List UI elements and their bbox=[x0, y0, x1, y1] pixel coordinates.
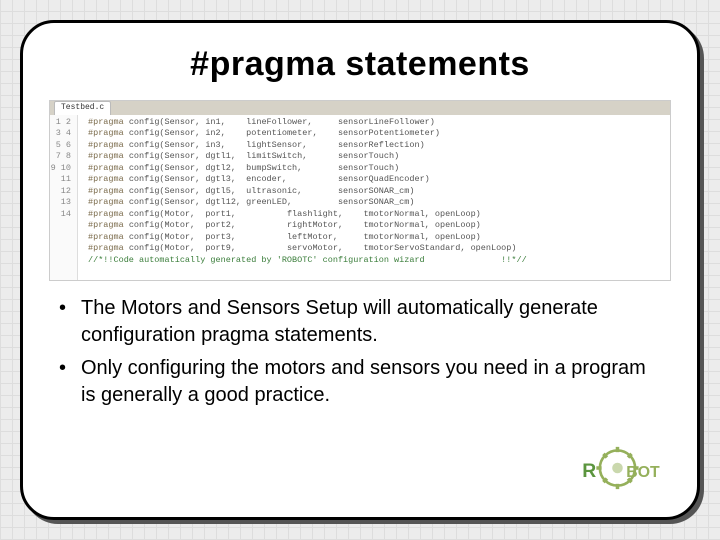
bullet-list: • The Motors and Sensors Setup will auto… bbox=[49, 295, 671, 415]
code-lines: #pragma config(Sensor, in1, lineFollower… bbox=[78, 115, 527, 280]
bullet-dot-icon: • bbox=[59, 295, 81, 349]
robotc-logo: R BOT bbox=[577, 441, 665, 495]
bullet-text: Only configuring the motors and sensors … bbox=[81, 355, 661, 409]
editor-tab: Testbed.c bbox=[54, 101, 111, 115]
code-editor: Testbed.c 1 2 3 4 5 6 7 8 9 10 11 12 13 … bbox=[49, 100, 671, 281]
bullet-item: • The Motors and Sensors Setup will auto… bbox=[59, 295, 661, 349]
logo-text-bot: BOT bbox=[626, 464, 660, 481]
logo-text-r: R bbox=[582, 460, 596, 482]
bullet-text: The Motors and Sensors Setup will automa… bbox=[81, 295, 661, 349]
line-gutter: 1 2 3 4 5 6 7 8 9 10 11 12 13 14 bbox=[50, 115, 78, 280]
slide-card: #pragma statements Testbed.c 1 2 3 4 5 6… bbox=[20, 20, 700, 520]
bullet-dot-icon: • bbox=[59, 355, 81, 409]
editor-tabstrip: Testbed.c bbox=[50, 101, 670, 115]
bullet-item: • Only configuring the motors and sensor… bbox=[59, 355, 661, 409]
slide-title: #pragma statements bbox=[49, 45, 671, 84]
